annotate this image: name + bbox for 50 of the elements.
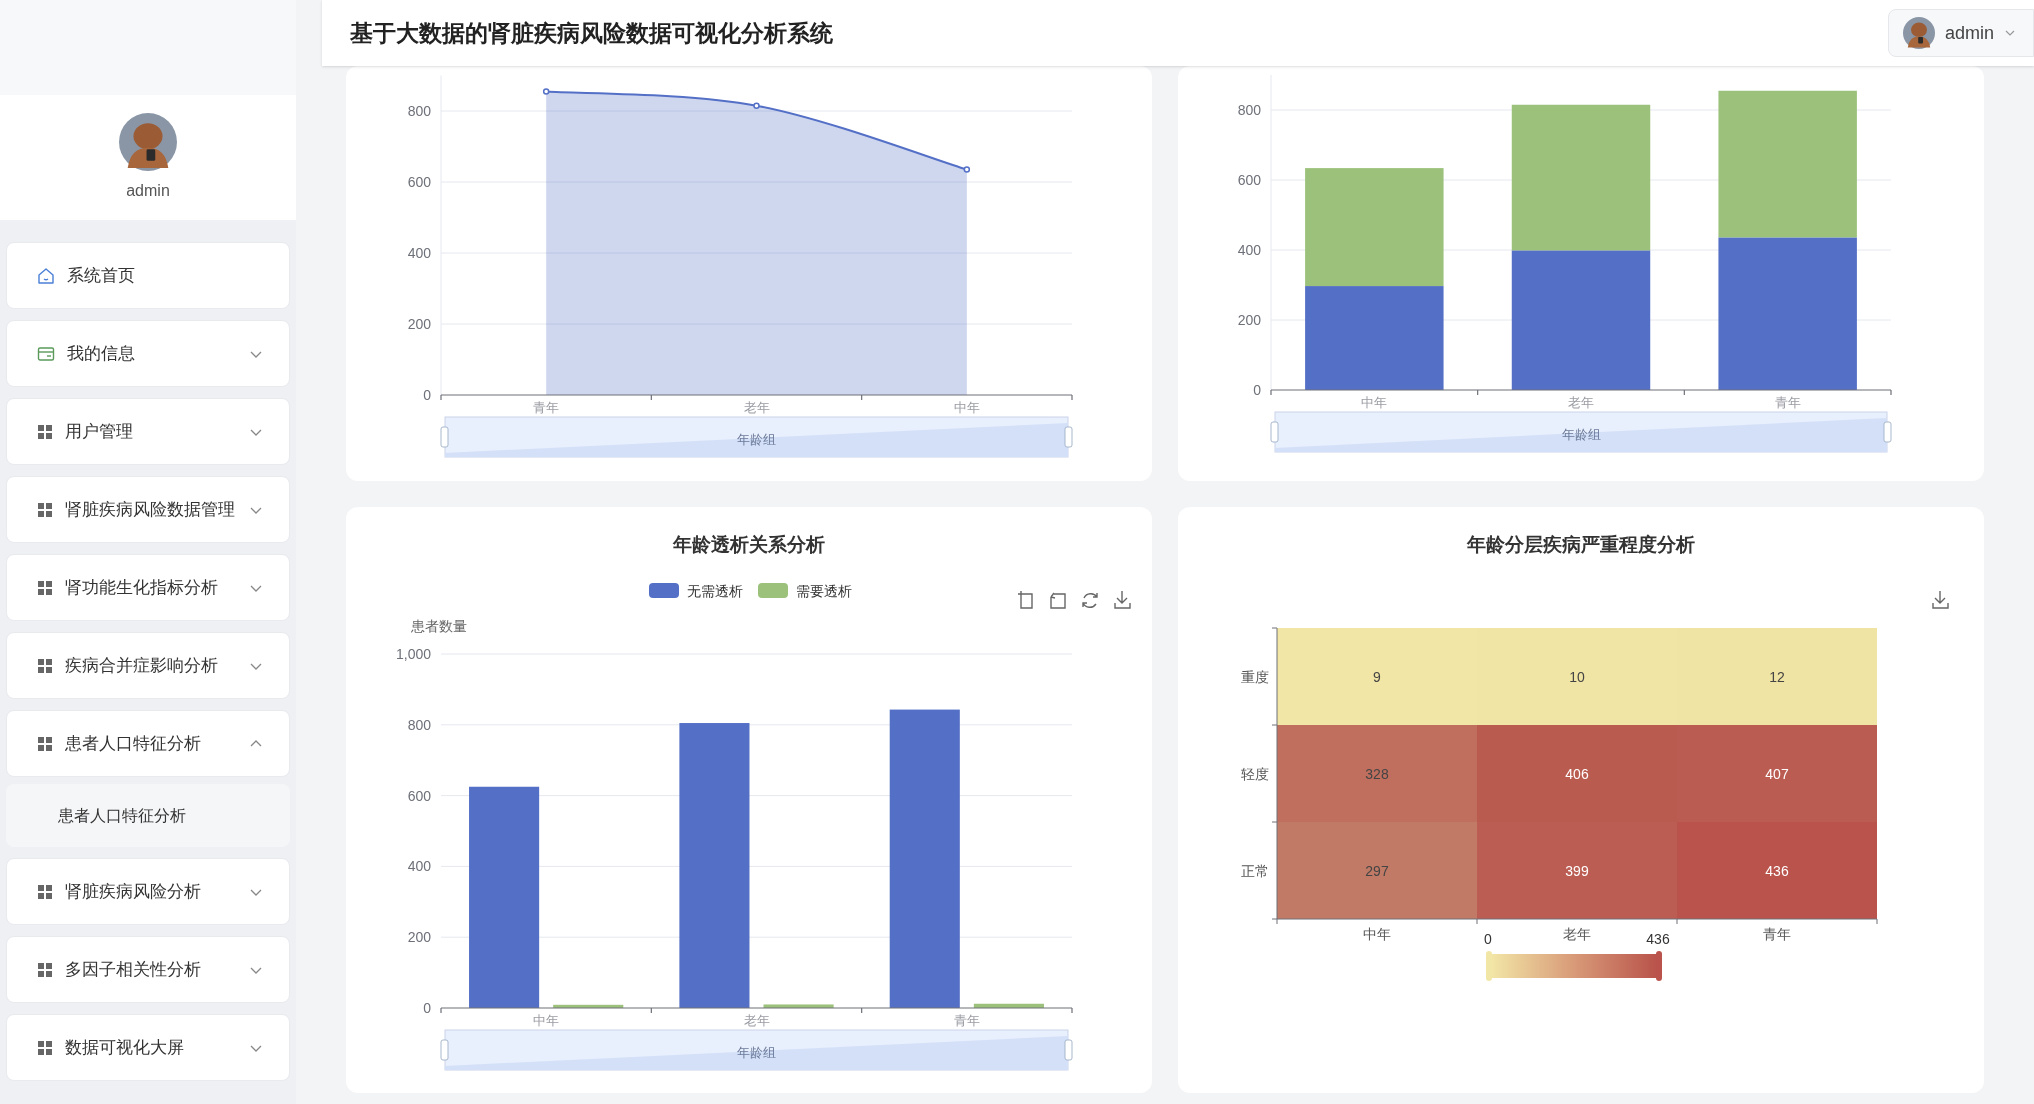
y-tick-label: 600 — [407, 174, 431, 190]
x-tick-label: 青年 — [1763, 926, 1791, 942]
chart-title: 年龄透析关系分析 — [673, 534, 825, 555]
y-tick-label: 600 — [407, 787, 431, 804]
cell-value: 399 — [1565, 862, 1589, 879]
profile-name: admin — [126, 180, 170, 201]
cell-value: 436 — [1765, 862, 1789, 879]
y-tick-label: 400 — [1237, 242, 1261, 258]
y-tick-label: 600 — [1237, 172, 1261, 188]
y-tick-label: 正常 — [1241, 862, 1269, 879]
scale-min-label: 0 — [1484, 931, 1492, 947]
cell-value: 10 — [1569, 668, 1585, 685]
y-tick-label: 200 — [407, 316, 431, 332]
y-tick-label: 0 — [423, 387, 431, 403]
x-tick-label: 中年 — [1361, 395, 1388, 410]
x-tick-label: 青年 — [533, 400, 560, 415]
x-tick-label: 青年 — [953, 1013, 980, 1028]
x-tick-label: 中年 — [533, 1013, 560, 1028]
app-title: 基于大数据的肾脏疾病风险数据可视化分析系统 — [350, 18, 833, 48]
y-tick-label: 400 — [407, 245, 431, 261]
zoom-range-label: 年龄组 — [1561, 427, 1601, 442]
y-tick-label: 0 — [423, 1000, 431, 1016]
y-tick-label: 800 — [407, 716, 431, 733]
y-tick-label: 800 — [407, 103, 431, 119]
x-tick-label: 中年 — [953, 400, 980, 415]
x-tick-label: 老年 — [1568, 395, 1594, 410]
cell-value: 328 — [1365, 765, 1389, 782]
chart-title: 年龄分层疾病严重程度分析 — [1467, 534, 1695, 555]
y-tick-label: 0 — [1253, 382, 1261, 398]
x-tick-label: 老年 — [743, 400, 770, 415]
cell-value: 12 — [1769, 668, 1785, 685]
y-tick-label: 轻度 — [1241, 765, 1269, 782]
cell-value: 9 — [1373, 668, 1381, 685]
scale-max-label: 436 — [1646, 931, 1670, 947]
zoom-range-label: 年龄组 — [737, 432, 776, 447]
y-tick-label: 1,000 — [395, 646, 431, 662]
y-tick-label: 重度 — [1241, 668, 1269, 685]
y-tick-label: 400 — [407, 858, 431, 875]
y-tick-label: 200 — [1237, 312, 1261, 328]
y-axis-title: 患者数量 — [411, 618, 467, 634]
cell-value: 297 — [1365, 862, 1389, 879]
zoom-range-label: 年龄组 — [737, 1045, 776, 1060]
x-tick-label: 老年 — [743, 1013, 770, 1028]
x-tick-label: 老年 — [1563, 926, 1591, 942]
cell-value: 407 — [1765, 765, 1789, 782]
y-tick-label: 200 — [407, 929, 431, 946]
x-tick-label: 中年 — [1363, 926, 1391, 942]
x-tick-label: 青年 — [1774, 395, 1801, 410]
y-tick-label: 800 — [1237, 102, 1261, 118]
cell-value: 406 — [1565, 765, 1589, 782]
